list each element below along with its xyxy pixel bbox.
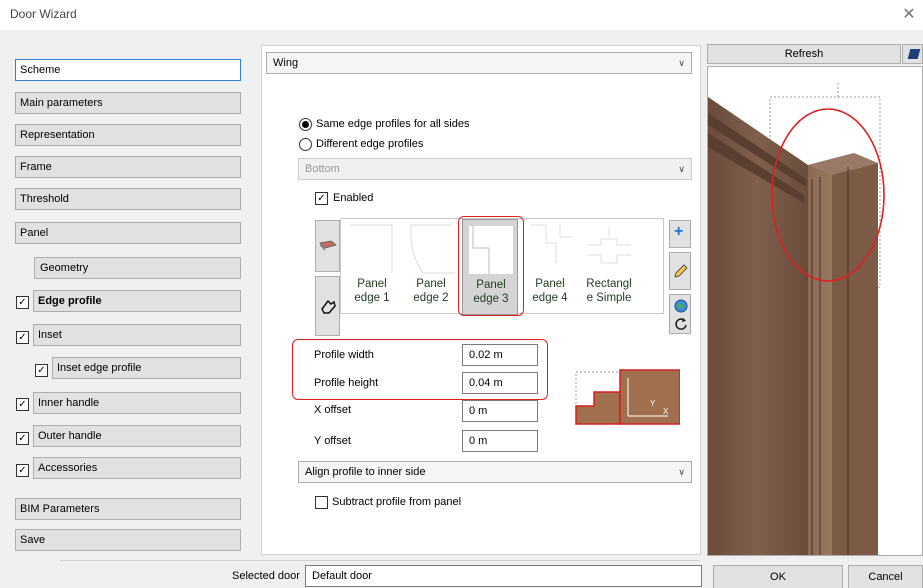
chevron-down-icon: ∨ — [678, 164, 685, 174]
gallery-item-panel-edge-4[interactable]: Panel edge 4 — [522, 219, 578, 315]
hand-icon — [321, 299, 336, 314]
different-profiles-label: Different edge profiles — [316, 138, 424, 150]
3d-view-button[interactable] — [902, 44, 923, 64]
inset-edge-profile-checkbox[interactable]: ✓ — [35, 364, 48, 377]
ok-button[interactable]: OK — [713, 565, 843, 588]
dimension-fields-highlight — [292, 339, 548, 400]
door-3d-render — [708, 83, 885, 555]
side-combo[interactable]: Bottom ∨ — [298, 158, 692, 180]
title-bar: Door Wizard ✕ — [0, 0, 923, 30]
nav-item-save[interactable]: Save — [15, 529, 241, 551]
same-profiles-label: Same edge profiles for all sides — [316, 118, 470, 130]
nav-item-representation[interactable]: Representation — [15, 124, 241, 146]
refresh-button[interactable]: Refresh — [707, 44, 901, 64]
gallery-item-panel-edge-2[interactable]: Panel edge 2 — [403, 219, 459, 315]
selected-door-label: Selected door — [232, 570, 300, 582]
add-profile-button[interactable]: + — [669, 220, 691, 248]
subtract-profile-checkbox[interactable] — [315, 496, 328, 509]
pencil-icon — [674, 264, 688, 278]
nav-item-inner-handle[interactable]: Inner handle — [33, 392, 241, 414]
nav-item-main-parameters[interactable]: Main parameters — [15, 92, 241, 114]
selected-profile-highlight — [458, 216, 524, 316]
y-offset-field[interactable]: 0 m — [462, 430, 538, 452]
chevron-down-icon: ∨ — [678, 467, 685, 477]
edge-profile-checkbox[interactable]: ✓ — [16, 296, 29, 309]
same-profiles-radio[interactable] — [299, 118, 312, 131]
inset-checkbox[interactable]: ✓ — [16, 331, 29, 344]
profile-edit-button[interactable] — [315, 276, 340, 336]
cube-icon — [907, 49, 921, 59]
axis-y-label: Y — [650, 399, 656, 408]
nav-item-bim-parameters[interactable]: BIM Parameters — [15, 498, 241, 520]
axis-x-label: X — [663, 407, 669, 416]
edit-profile-button[interactable] — [669, 252, 691, 290]
footer-divider — [60, 560, 700, 561]
profile-library-button[interactable] — [315, 220, 340, 272]
nav-item-geometry[interactable]: Geometry — [34, 257, 241, 279]
plus-icon: + — [674, 223, 684, 240]
cancel-button[interactable]: Cancel — [848, 565, 923, 588]
nav-item-inset-edge-profile[interactable]: Inset edge profile — [52, 357, 241, 379]
subtract-profile-label: Subtract profile from panel — [332, 496, 462, 508]
inner-handle-checkbox[interactable]: ✓ — [16, 398, 29, 411]
chevron-down-icon: ∨ — [678, 58, 685, 68]
different-profiles-radio[interactable] — [299, 138, 312, 151]
nav-item-threshold[interactable]: Threshold — [15, 188, 241, 210]
nav-item-frame[interactable]: Frame — [15, 156, 241, 178]
gallery-item-rectangle-simple[interactable]: Rectangl e Simple — [581, 219, 637, 315]
nav-item-panel[interactable]: Panel — [15, 222, 241, 244]
panel-edge-2-thumbnail — [410, 224, 455, 274]
gallery-item-panel-edge-1[interactable]: Panel edge 1 — [344, 219, 400, 315]
y-offset-label: Y offset — [314, 435, 351, 447]
x-offset-label: X offset — [314, 404, 352, 416]
window-title: Door Wizard — [10, 7, 77, 21]
section-combo[interactable]: Wing ∨ — [266, 52, 692, 74]
outer-handle-checkbox[interactable]: ✓ — [16, 432, 29, 445]
align-profile-combo[interactable]: Align profile to inner side ∨ — [298, 461, 692, 483]
globe-icon — [674, 299, 688, 313]
profile-library-icon — [319, 240, 337, 251]
selected-door-field[interactable]: Default door — [305, 565, 702, 587]
nav-item-scheme[interactable]: Scheme — [15, 59, 241, 81]
panel-edge-1-thumbnail — [350, 224, 393, 273]
rectangle-simple-thumbnail — [587, 227, 631, 264]
x-offset-field[interactable]: 0 m — [462, 400, 538, 422]
nav-item-outer-handle[interactable]: Outer handle — [33, 425, 241, 447]
enabled-label: Enabled — [333, 192, 374, 204]
close-icon[interactable]: ✕ — [901, 4, 917, 24]
nav-item-edge-profile[interactable]: Edge profile — [33, 290, 241, 312]
accessories-checkbox[interactable]: ✓ — [16, 464, 29, 477]
panel-edge-4-thumbnail — [530, 224, 572, 263]
globe-refresh-button[interactable] — [669, 294, 691, 334]
nav-item-inset[interactable]: Inset — [33, 324, 241, 346]
enabled-checkbox[interactable]: ✓ — [315, 192, 328, 205]
door-preview — [707, 66, 923, 556]
profile-diagram: Y X — [568, 354, 680, 442]
nav-item-accessories[interactable]: Accessories — [33, 457, 241, 479]
refresh-icon — [675, 318, 687, 330]
